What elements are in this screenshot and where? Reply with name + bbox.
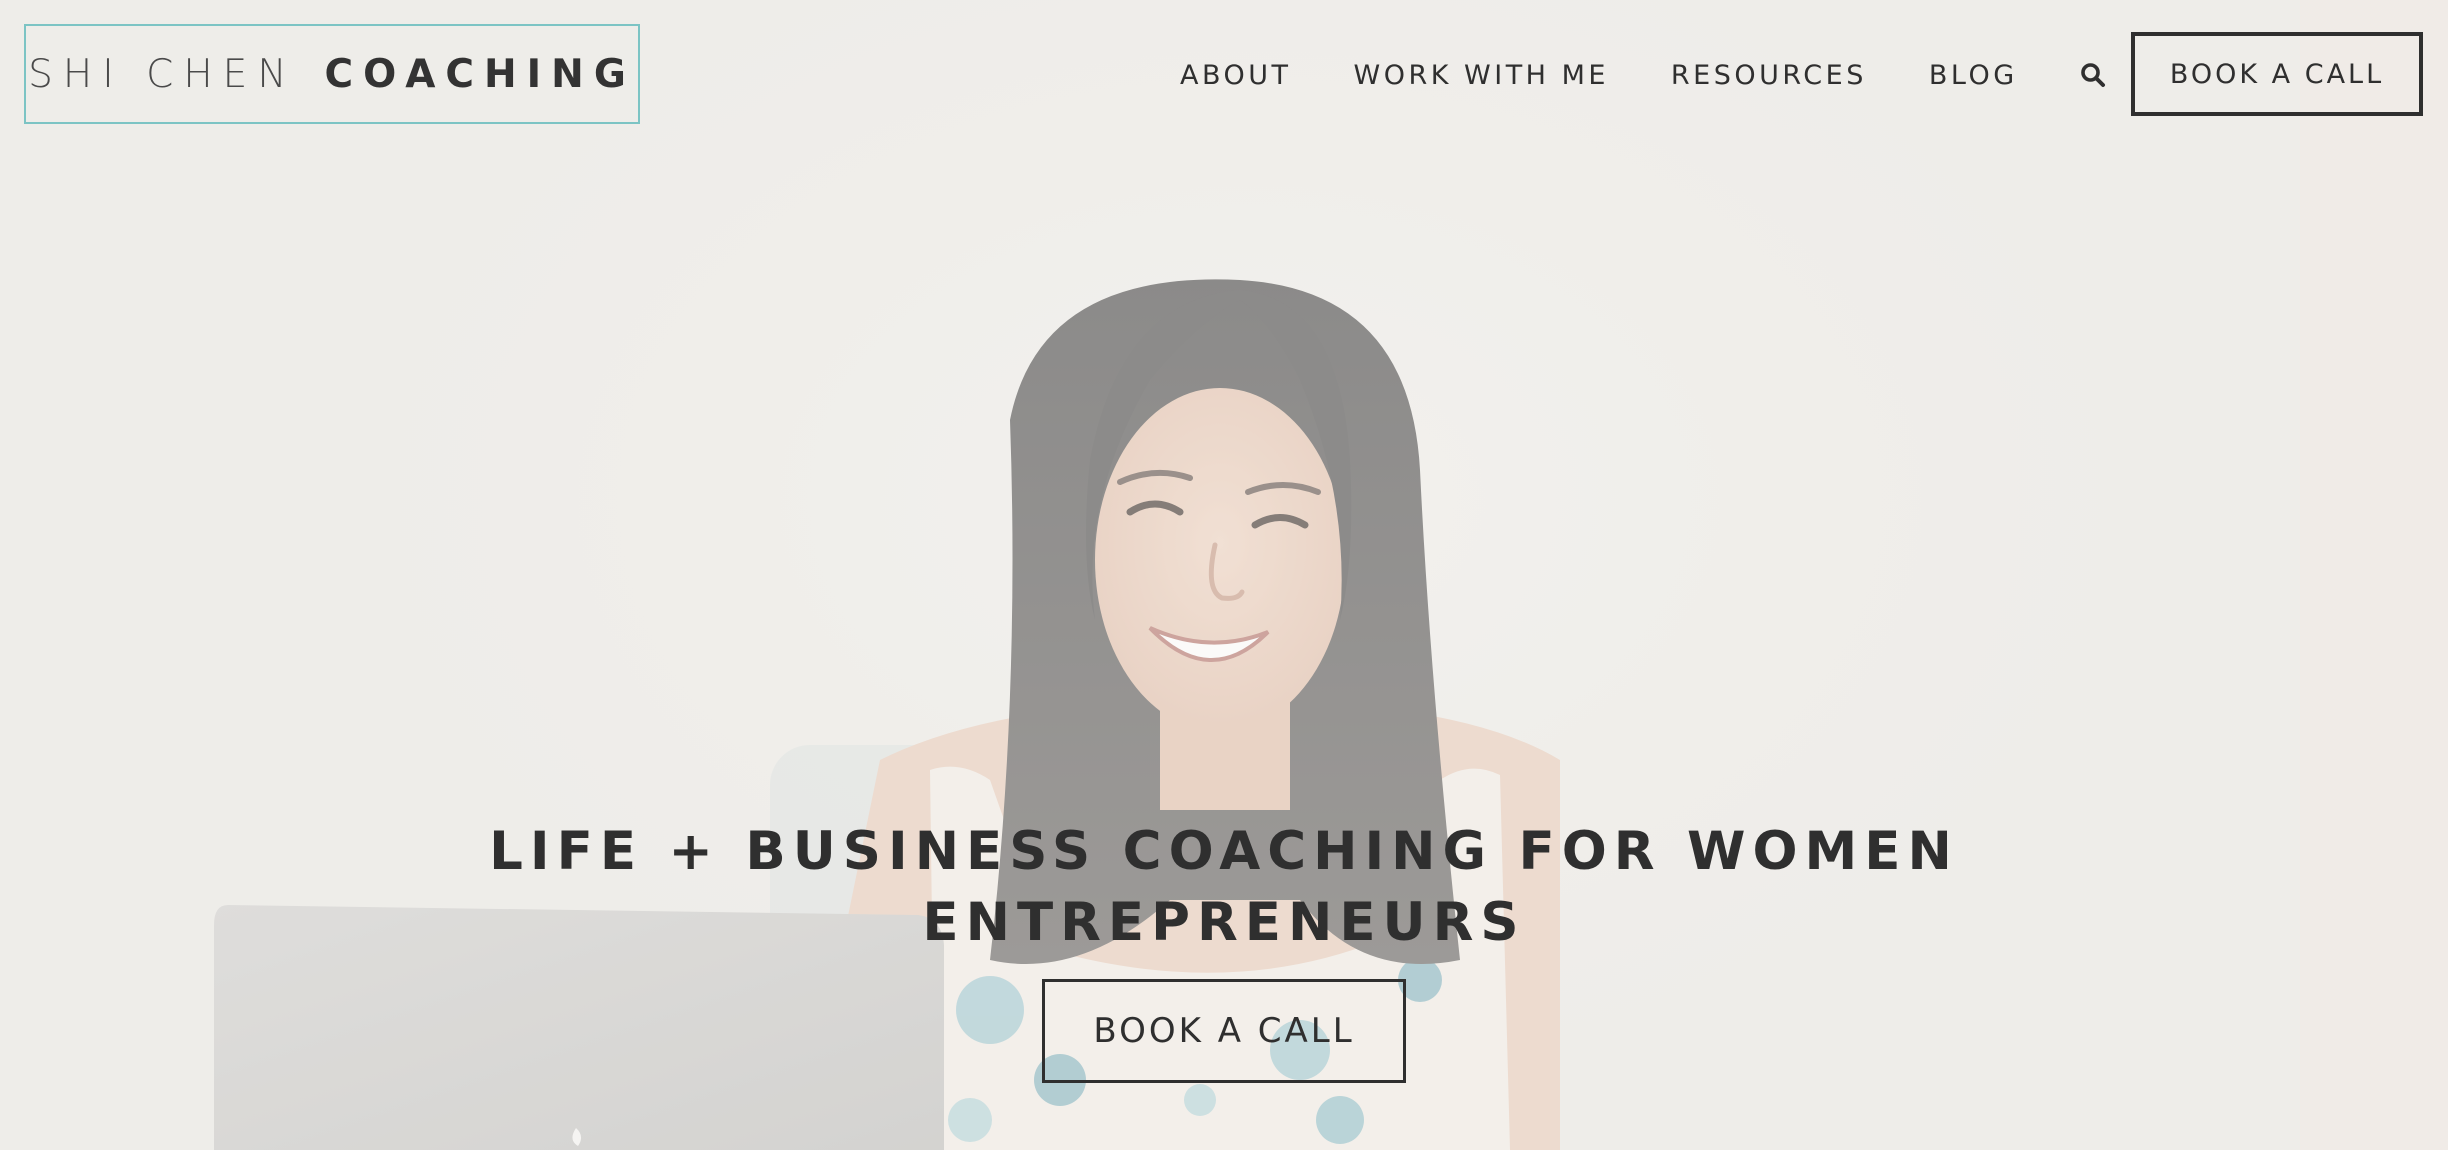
site-header: SHI CHEN COACHING ABOUT WORK WITH ME RES… <box>0 0 2448 150</box>
hero-title-line1: LIFE + BUSINESS COACHING FOR WOMEN <box>489 820 1959 882</box>
nav-item-resources[interactable]: RESOURCES <box>1671 60 1867 91</box>
nav-item-work-with-me[interactable]: WORK WITH ME <box>1354 60 1609 91</box>
nav-item-blog[interactable]: BLOG <box>1929 60 2018 91</box>
hero-book-call-button[interactable]: BOOK A CALL <box>1042 979 1406 1083</box>
search-icon[interactable] <box>2080 62 2106 88</box>
logo-name-bold: COACHING <box>324 51 636 97</box>
main-nav: ABOUT WORK WITH ME RESOURCES BLOG <box>1180 50 2106 100</box>
logo-name-light: SHI CHEN <box>28 51 297 97</box>
hero-title-line2: ENTREPRENEURS <box>922 891 1526 953</box>
header-book-call-button[interactable]: BOOK A CALL <box>2131 32 2423 116</box>
nav-item-about[interactable]: ABOUT <box>1180 60 1292 91</box>
hero-title: LIFE + BUSINESS COACHING FOR WOMEN ENTRE… <box>424 816 2024 958</box>
site-logo[interactable]: SHI CHEN COACHING <box>24 24 640 124</box>
hero-overlay <box>0 0 2448 1150</box>
